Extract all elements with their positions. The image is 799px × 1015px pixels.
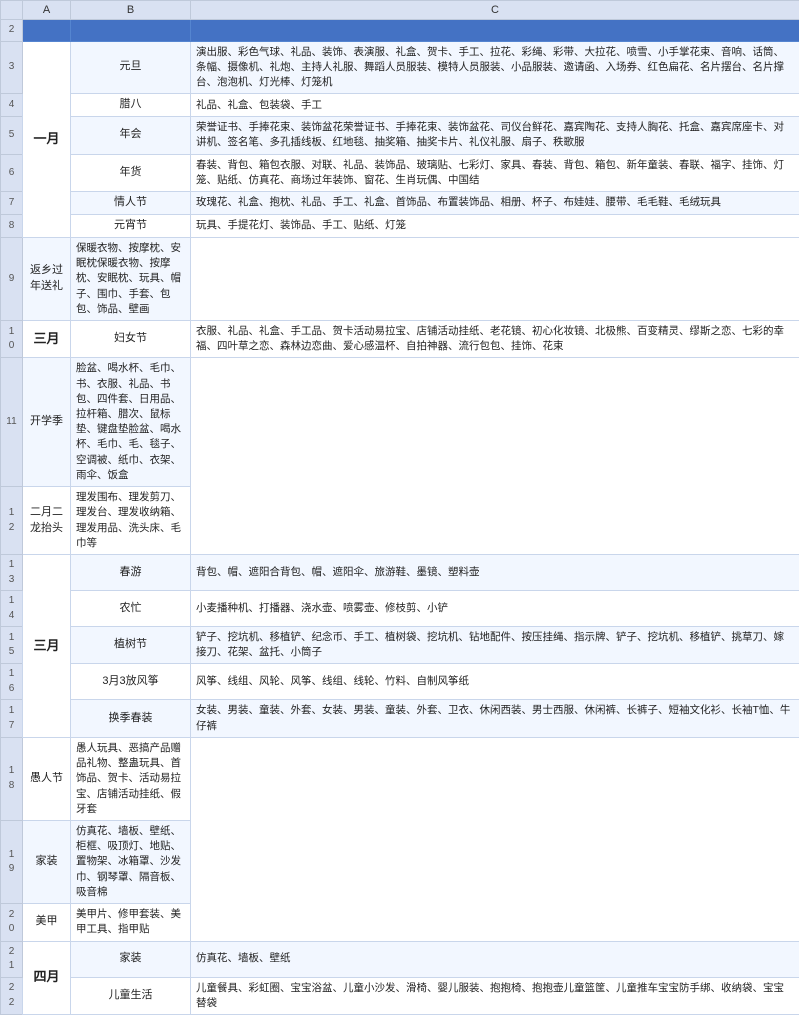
month-cell: 三月 <box>23 555 71 738</box>
col-a-header: A <box>23 1 71 20</box>
goods-cell: 仿真花、墙板、壁纸、柜框、吸顶灯、地贴、置物架、冰箱罩、沙发巾、钢琴罩、隔音板、… <box>71 820 191 903</box>
row-num-cell: 12 <box>1 487 23 555</box>
row-num-cell: 21 <box>1 941 23 977</box>
festival-cell: 换季春装 <box>71 700 191 737</box>
row-num-cell: 3 <box>1 41 23 94</box>
goods-cell: 铲子、挖坑机、移植铲、纪念币、手工、植树袋、挖坑机、钻地配件、按压挂绳、指示牌、… <box>191 627 799 664</box>
table-row: 10三月妇女节衣服、礼品、礼盒、手工品、贺卡活动易拉宝、店铺活动挂纸、老花镜、初… <box>1 320 799 357</box>
header-goods <box>191 20 799 42</box>
table-row: 14 农忙小麦播种机、打播器、浇水壶、喷雾壶、修枝剪、小铲 <box>1 591 799 627</box>
row-num-cell: 15 <box>1 627 23 664</box>
festival-cell: 农忙 <box>71 591 191 627</box>
goods-cell: 理发围布、理发剪刀、理发台、理发收纳箱、理发用品、洗头床、毛巾等 <box>71 487 191 555</box>
goods-cell: 小麦播种机、打播器、浇水壶、喷雾壶、修枝剪、小铲 <box>191 591 799 627</box>
spreadsheet-container: A B C 2 3一月元旦演出服、彩色气球、礼品、装饰、表演服、礼盒、贺卡、手工… <box>0 0 799 1015</box>
row-num-cell: 8 <box>1 214 23 237</box>
header-festival <box>71 20 191 42</box>
header-row: 2 <box>1 20 799 42</box>
table-row: 5 年会荣誉证书、手捧花束、装饰盆花荣誉证书、手捧花束、装饰盆花、司仪台鲜花、嘉宾… <box>1 117 799 154</box>
goods-cell: 礼品、礼盒、包装袋、手工 <box>191 94 799 117</box>
table-row: 7 情人节玫瑰花、礼盒、抱枕、礼品、手工、礼盒、首饰品、布置装饰品、相册、杯子、布… <box>1 191 799 214</box>
row-num-cell: 22 <box>1 977 23 1014</box>
festival-cell: 情人节 <box>71 191 191 214</box>
row-num-2: 2 <box>1 20 23 42</box>
festival-cell: 元旦 <box>71 41 191 94</box>
festival-cell: 妇女节 <box>71 320 191 357</box>
festival-cell: 年会 <box>71 117 191 154</box>
goods-cell: 背包、帽、遮阳合背包、帽、遮阳伞、旅游鞋、墨镜、塑料壶 <box>191 555 799 591</box>
row-num-cell: 7 <box>1 191 23 214</box>
goods-cell: 愚人玩具、恶搞产品赠品礼物、整蛊玩具、首饰品、贺卡、活动易拉宝、店铺活动挂纸、假… <box>71 737 191 820</box>
table-row: 19家装仿真花、墙板、壁纸、柜框、吸顶灯、地贴、置物架、冰箱罩、沙发巾、钢琴罩、… <box>1 820 799 903</box>
goods-cell: 荣誉证书、手捧花束、装饰盆花荣誉证书、手捧花束、装饰盆花、司仪台鲜花、嘉宾陶花、… <box>191 117 799 154</box>
row-num-cell: 9 <box>1 237 23 320</box>
table-row: 17 换季春装女装、男装、童装、外套、女装、男装、童装、外套、卫衣、休闲西装、男士… <box>1 700 799 737</box>
table-row: 9返乡过年送礼保暖衣物、按摩枕、安眠枕保暖衣物、按摩枕、安眠枕、玩具、帽子、围巾… <box>1 237 799 320</box>
goods-cell: 玩具、手提花灯、装饰品、手工、贴纸、灯笼 <box>191 214 799 237</box>
row-num-cell: 16 <box>1 664 23 700</box>
festival-cell: 返乡过年送礼 <box>23 237 71 320</box>
table-row: 22 儿童生活儿童餐具、彩虹圈、宝宝浴盆、儿童小沙发、滑椅、婴儿服装、抱抱椅、抱抱… <box>1 977 799 1014</box>
goods-cell: 风筝、线组、风轮、风筝、线组、线轮、竹料、自制风筝纸 <box>191 664 799 700</box>
table-row: 12二月二龙抬头理发围布、理发剪刀、理发台、理发收纳箱、理发用品、洗头床、毛巾等 <box>1 487 799 555</box>
festival-cell: 元宵节 <box>71 214 191 237</box>
festival-cell: 二月二龙抬头 <box>23 487 71 555</box>
festival-cell: 愚人节 <box>23 737 71 820</box>
festival-cell: 儿童生活 <box>71 977 191 1014</box>
month-cell: 三月 <box>23 320 71 357</box>
month-cell: 一月 <box>23 41 71 237</box>
row-num-cell: 6 <box>1 154 23 191</box>
goods-cell: 儿童餐具、彩虹圈、宝宝浴盆、儿童小沙发、滑椅、婴儿服装、抱抱椅、抱抱壶儿童篮筐、… <box>191 977 799 1014</box>
festival-cell: 腊八 <box>71 94 191 117</box>
goods-cell: 玫瑰花、礼盒、抱枕、礼品、手工、礼盒、首饰品、布置装饰品、相册、杯子、布娃娃、腰… <box>191 191 799 214</box>
goods-cell: 保暖衣物、按摩枕、安眠枕保暖衣物、按摩枕、安眠枕、玩具、帽子、围巾、手套、包包、… <box>71 237 191 320</box>
goods-cell: 衣服、礼品、礼盒、手工品、贺卡活动易拉宝、店铺活动挂纸、老花镜、初心化妆镜、北极… <box>191 320 799 357</box>
table-row: 6 年货春装、背包、箱包衣服、对联、礼品、装饰品、玻璃贴、七彩灯、家具、春装、背包… <box>1 154 799 191</box>
goods-cell: 美甲片、修甲套装、美甲工具、指甲贴 <box>71 904 191 941</box>
table-row: 11开学季脸盆、喝水杯、毛巾、书、衣服、礼品、书包、四件套、日用品、拉杆箱、腊次… <box>1 358 799 487</box>
main-table: A B C 2 3一月元旦演出服、彩色气球、礼品、装饰、表演服、礼盒、贺卡、手工… <box>0 0 799 1015</box>
row-num-cell: 17 <box>1 700 23 737</box>
table-row: 8 元宵节玩具、手提花灯、装饰品、手工、贴纸、灯笼 <box>1 214 799 237</box>
table-row: 20美甲美甲片、修甲套装、美甲工具、指甲贴 <box>1 904 799 941</box>
month-cell: 四月 <box>23 941 71 1014</box>
goods-cell: 仿真花、墙板、壁纸 <box>191 941 799 977</box>
festival-cell: 3月3放风筝 <box>71 664 191 700</box>
row-num-cell: 10 <box>1 320 23 357</box>
goods-cell: 脸盆、喝水杯、毛巾、书、衣服、礼品、书包、四件套、日用品、拉杆箱、腊次、鼠标垫、… <box>71 358 191 487</box>
col-letter-row: A B C <box>1 1 799 20</box>
row-num-cell: 4 <box>1 94 23 117</box>
table-row: 18愚人节愚人玩具、恶搞产品赠品礼物、整蛊玩具、首饰品、贺卡、活动易拉宝、店铺活… <box>1 737 799 820</box>
festival-cell: 美甲 <box>23 904 71 941</box>
row-num-cell: 19 <box>1 820 23 903</box>
table-row: 4 腊八礼品、礼盒、包装袋、手工 <box>1 94 799 117</box>
row-num-cell: 20 <box>1 904 23 941</box>
row-num-cell: 14 <box>1 591 23 627</box>
table-row: 13三月春游背包、帽、遮阳合背包、帽、遮阳伞、旅游鞋、墨镜、塑料壶 <box>1 555 799 591</box>
goods-cell: 女装、男装、童装、外套、女装、男装、童装、外套、卫衣、休闲西装、男士西服、休闲裤… <box>191 700 799 737</box>
festival-cell: 开学季 <box>23 358 71 487</box>
row-num-cell: 11 <box>1 358 23 487</box>
festival-cell: 春游 <box>71 555 191 591</box>
festival-cell: 植树节 <box>71 627 191 664</box>
col-b-header: B <box>71 1 191 20</box>
col-c-header: C <box>191 1 799 20</box>
festival-cell: 年货 <box>71 154 191 191</box>
row-num-cell: 18 <box>1 737 23 820</box>
festival-cell: 家装 <box>71 941 191 977</box>
row-num-cell: 5 <box>1 117 23 154</box>
header-month <box>23 20 71 42</box>
goods-cell: 演出服、彩色气球、礼品、装饰、表演服、礼盒、贺卡、手工、拉花、彩绳、彩带、大拉花… <box>191 41 799 94</box>
row-num-cell: 13 <box>1 555 23 591</box>
table-row: 21四月家装仿真花、墙板、壁纸 <box>1 941 799 977</box>
corner-header <box>1 1 23 20</box>
festival-cell: 家装 <box>23 820 71 903</box>
table-row: 15 植树节铲子、挖坑机、移植铲、纪念币、手工、植树袋、挖坑机、钻地配件、按压挂绳… <box>1 627 799 664</box>
table-row: 3一月元旦演出服、彩色气球、礼品、装饰、表演服、礼盒、贺卡、手工、拉花、彩绳、彩… <box>1 41 799 94</box>
goods-cell: 春装、背包、箱包衣服、对联、礼品、装饰品、玻璃贴、七彩灯、家具、春装、背包、箱包… <box>191 154 799 191</box>
table-row: 16 3月3放风筝风筝、线组、风轮、风筝、线组、线轮、竹料、自制风筝纸 <box>1 664 799 700</box>
